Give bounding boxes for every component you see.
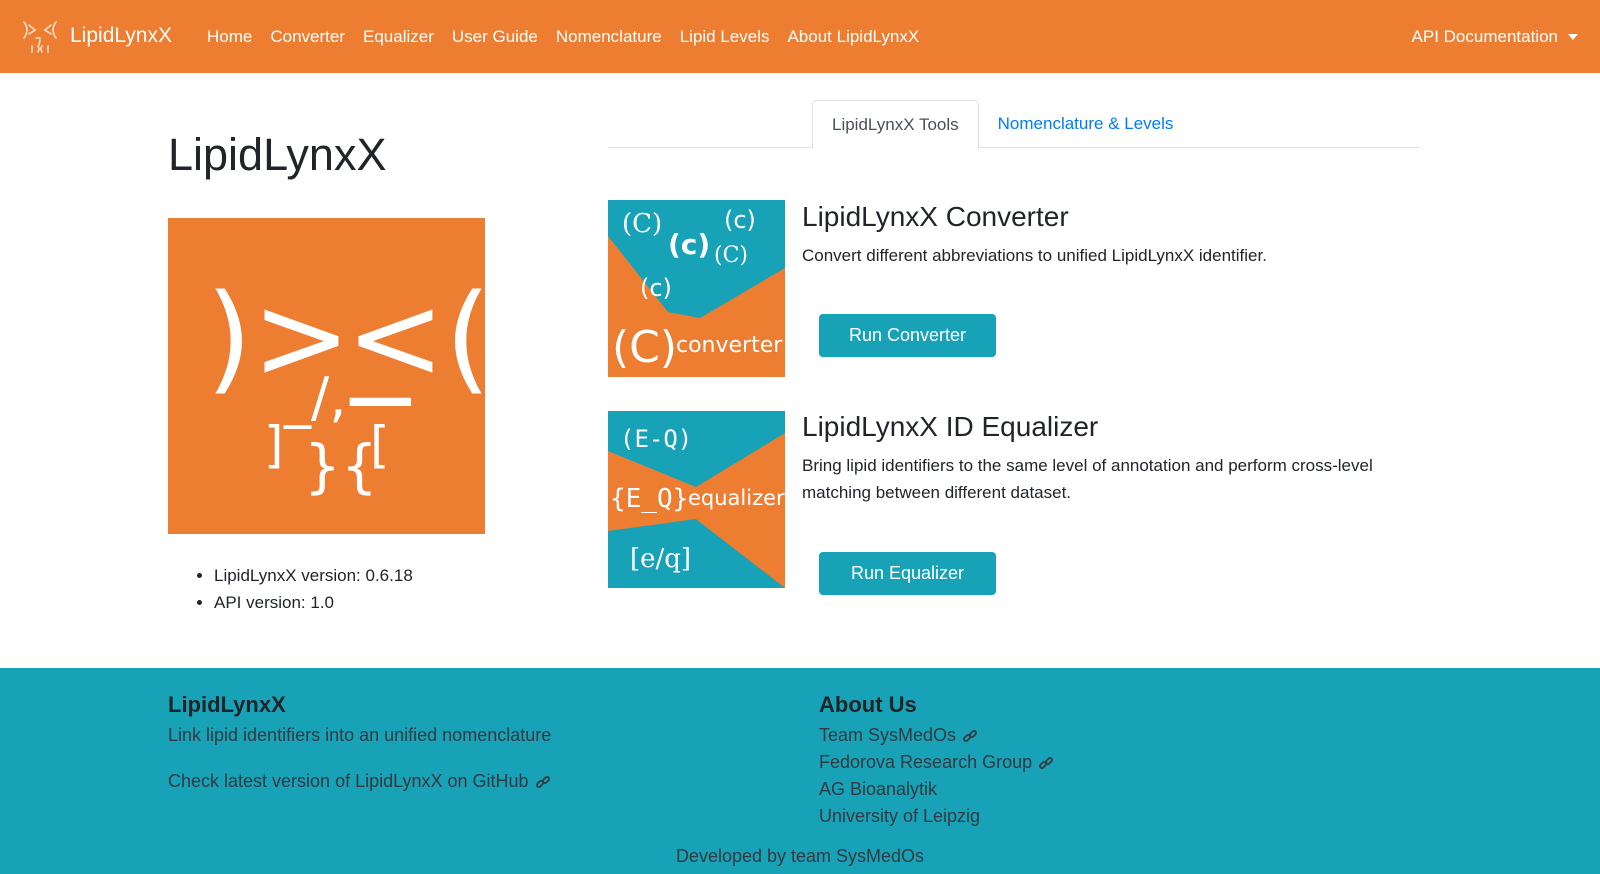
developed-by: Developed by team SysMedOs (675, 846, 925, 866)
link-icon (1039, 757, 1054, 770)
api-documentation-label: API Documentation (1411, 26, 1558, 46)
version-list: LipidLynxX version: 0.6.18 API version: … (214, 562, 413, 616)
tab-nomenclature-levels[interactable]: Nomenclature & Levels (979, 100, 1193, 148)
nav-about[interactable]: About LipidLynxX (778, 27, 928, 47)
university-of-leipzig: University of Leipzig (819, 806, 981, 826)
converter-img-text-3: (c) (668, 228, 710, 261)
logo-bracket-right: [ (370, 416, 390, 474)
equalizer-img-word: equalizer (688, 486, 785, 510)
footer-tagline: Link lipid identifiers into an unified n… (168, 725, 552, 745)
logo-bracket-mid: }{ (304, 432, 378, 500)
api-documentation-dropdown[interactable]: API Documentation (1412, 0, 1578, 73)
link-icon (963, 730, 978, 743)
lipidlynxx-logo-icon (23, 21, 57, 53)
converter-img-word: converter (676, 333, 783, 358)
nav-user-guide[interactable]: User Guide (443, 27, 547, 47)
equalizer-img-top: (E-Q) (620, 425, 692, 453)
footer: LipidLynxX Link lipid identifiers into a… (0, 668, 1600, 874)
team-sysmedos-link[interactable]: Team SysMedOs (819, 722, 1054, 749)
logo-mouth: _/, (283, 366, 346, 429)
footer-left: LipidLynxX Link lipid identifiers into a… (168, 688, 551, 795)
team-sysmedos-label: Team SysMedOs (819, 725, 957, 745)
api-version: API version: 1.0 (214, 589, 413, 616)
run-converter-button[interactable]: Run Converter (819, 314, 996, 357)
converter-description: Convert different abbreviations to unifi… (802, 246, 1267, 265)
ag-bioanalytik: AG Bioanalytik (819, 779, 938, 799)
github-link-label: Check latest version of LipidLynxX on Gi… (168, 771, 529, 791)
equalizer-img-bottom: [e/q] (630, 544, 691, 574)
converter-img-text-2: (c) (724, 206, 756, 234)
equalizer-image[interactable]: (E-Q) {E_Q} equalizer [e/q] (608, 411, 785, 588)
nav-links: Home Converter Equalizer User Guide Nome… (198, 0, 928, 73)
footer-brand-heading: LipidLynxX (168, 692, 286, 717)
tools-tabs: LipidLynxX Tools Nomenclature & Levels (608, 100, 1419, 149)
equalizer-description: Bring lipid identifiers to the same leve… (802, 456, 1373, 502)
page-title: LipidLynxX (168, 129, 387, 180)
lipidlynxx-version: LipidLynxX version: 0.6.18 (214, 562, 413, 589)
nav-nomenclature[interactable]: Nomenclature (547, 27, 671, 47)
link-icon (535, 776, 550, 789)
top-navbar: LipidLynxX Home Converter Equalizer User… (0, 0, 1600, 73)
brand-link[interactable]: LipidLynxX (20, 14, 172, 58)
fedorova-group-link[interactable]: Fedorova Research Group (819, 749, 1054, 776)
nav-converter[interactable]: Converter (261, 27, 354, 47)
nav-equalizer[interactable]: Equalizer (354, 27, 443, 47)
logo-eyes-right: <( (346, 268, 485, 406)
converter-img-text-5: (c) (640, 274, 672, 302)
tab-lipidlynxx-tools[interactable]: LipidLynxX Tools (812, 100, 979, 149)
nav-home[interactable]: Home (198, 27, 261, 47)
about-us-heading: About Us (819, 692, 917, 717)
nav-lipid-levels[interactable]: Lipid Levels (671, 27, 779, 47)
converter-image[interactable]: (C) (c) (c) (C) (c) (C) converter (608, 200, 785, 377)
caret-down-icon (1568, 33, 1578, 40)
converter-title: LipidLynxX Converter (802, 201, 1069, 232)
equalizer-img-mid: {E_Q} (610, 484, 688, 514)
lipidlynxx-big-logo: )>_ <( _/, ] }{ [ (168, 218, 485, 534)
fedorova-group-label: Fedorova Research Group (819, 752, 1033, 772)
equalizer-title: LipidLynxX ID Equalizer (802, 411, 1099, 442)
footer-right: About Us Team SysMedOs Fedorova Research… (819, 688, 1054, 830)
converter-img-text-1: (C) (622, 209, 662, 239)
logo-bracket-left: ] (264, 416, 284, 474)
run-equalizer-button[interactable]: Run Equalizer (819, 552, 996, 595)
converter-img-text-4: (C) (714, 243, 748, 268)
brand-name: LipidLynxX (70, 24, 172, 47)
converter-img-big-c: (C) (612, 322, 677, 373)
github-link[interactable]: Check latest version of LipidLynxX on Gi… (168, 768, 551, 795)
